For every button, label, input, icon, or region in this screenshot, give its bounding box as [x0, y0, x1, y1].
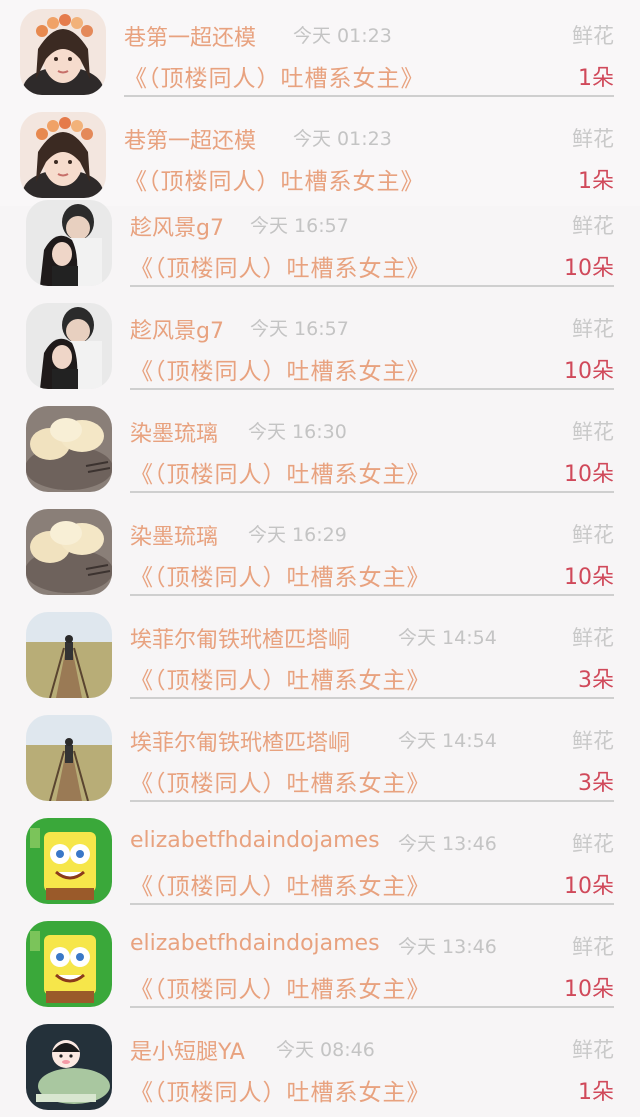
gift-type: 鲜花: [572, 1038, 614, 1062]
gift-count: 10朵: [564, 565, 614, 590]
gift-count: 3朵: [578, 668, 614, 693]
book-title[interactable]: 《（顶楼同人）吐槽系女主》: [130, 455, 431, 489]
gift-count: 10朵: [564, 256, 614, 281]
divider: [130, 697, 614, 699]
avatar[interactable]: [26, 612, 112, 698]
user-name[interactable]: 染墨琉璃: [130, 416, 218, 448]
book-title[interactable]: 《（顶楼同人）吐槽系女主》: [130, 764, 431, 798]
avatar[interactable]: [20, 112, 106, 198]
timestamp: 今天 13:46: [398, 936, 497, 958]
timestamp: 今天 01:23: [293, 25, 392, 47]
avatar[interactable]: [26, 921, 112, 1007]
timestamp: 今天 14:54: [398, 730, 497, 752]
book-title[interactable]: 《（顶楼同人）吐槽系女主》: [130, 558, 431, 592]
divider: [130, 1006, 614, 1008]
gift-type: 鲜花: [572, 935, 614, 959]
gift-count: 10朵: [564, 977, 614, 1002]
avatar[interactable]: [26, 818, 112, 904]
timestamp: 今天 16:57: [250, 215, 349, 237]
gift-count: 1朵: [578, 66, 614, 91]
divider: [130, 903, 614, 905]
timestamp: 今天 16:30: [248, 421, 347, 443]
timestamp: 今天 08:46: [276, 1039, 375, 1061]
list-item[interactable]: 巷第一超还模 今天 01:23 鲜花 《（顶楼同人）吐槽系女主》 1朵: [0, 0, 640, 103]
list-item[interactable]: 趁风景g7 今天 16:57 鲜花 《（顶楼同人）吐槽系女主》 10朵: [0, 293, 640, 396]
user-name[interactable]: 染墨琉璃: [130, 519, 218, 551]
gift-type: 鲜花: [572, 523, 614, 547]
avatar[interactable]: [26, 406, 112, 492]
gift-count: 10朵: [564, 874, 614, 899]
user-name[interactable]: elizabetfhdaindojames: [130, 828, 380, 853]
avatar[interactable]: [26, 715, 112, 801]
user-name[interactable]: 巷第一超还模: [124, 20, 256, 52]
book-title[interactable]: 《（顶楼同人）吐槽系女主》: [130, 249, 431, 283]
list-item[interactable]: 染墨琉璃 今天 16:29 鲜花 《（顶楼同人）吐槽系女主》 10朵: [0, 499, 640, 602]
gift-count: 3朵: [578, 771, 614, 796]
divider: [130, 491, 614, 493]
avatar[interactable]: [26, 509, 112, 595]
user-name[interactable]: 埃菲尔匍铁玳楂匹塔峒: [130, 622, 350, 654]
divider: [130, 594, 614, 596]
list-item[interactable]: 是小短腿YA 今天 08:46 鲜花 《（顶楼同人）吐槽系女主》 1朵: [0, 1014, 640, 1117]
book-title[interactable]: 《（顶楼同人）吐槽系女主》: [130, 1073, 431, 1107]
list-item[interactable]: 埃菲尔匍铁玳楂匹塔峒 今天 14:54 鲜花 《（顶楼同人）吐槽系女主》 3朵: [0, 705, 640, 808]
avatar[interactable]: [26, 1024, 112, 1110]
gift-count: 10朵: [564, 462, 614, 487]
gift-type: 鲜花: [572, 24, 614, 48]
timestamp: 今天 14:54: [398, 627, 497, 649]
timestamp: 今天 13:46: [398, 833, 497, 855]
avatar[interactable]: [20, 9, 106, 95]
gift-type: 鲜花: [572, 127, 614, 151]
divider: [130, 800, 614, 802]
list-item[interactable]: elizabetfhdaindojames 今天 13:46 鲜花 《（顶楼同人…: [0, 808, 640, 911]
gift-type: 鲜花: [572, 317, 614, 341]
user-name[interactable]: elizabetfhdaindojames: [130, 931, 380, 956]
gift-type: 鲜花: [572, 729, 614, 753]
gift-type: 鲜花: [572, 420, 614, 444]
user-name[interactable]: 是小短腿YA: [130, 1034, 245, 1066]
list-item[interactable]: 趁风景g7 今天 16:57 鲜花 《（顶楼同人）吐槽系女主》 10朵: [0, 190, 640, 293]
gift-type: 鲜花: [572, 214, 614, 238]
book-title[interactable]: 《（顶楼同人）吐槽系女主》: [130, 867, 431, 901]
timestamp: 今天 01:23: [293, 128, 392, 150]
timestamp: 今天 16:29: [248, 524, 347, 546]
user-name[interactable]: 巷第一超还模: [124, 123, 256, 155]
divider: [124, 95, 614, 97]
book-title[interactable]: 《（顶楼同人）吐槽系女主》: [124, 59, 425, 93]
avatar[interactable]: [26, 303, 112, 389]
gift-type: 鲜花: [572, 832, 614, 856]
timestamp: 今天 16:57: [250, 318, 349, 340]
gift-count: 1朵: [578, 1080, 614, 1105]
list-item[interactable]: 埃菲尔匍铁玳楂匹塔峒 今天 14:54 鲜花 《（顶楼同人）吐槽系女主》 3朵: [0, 602, 640, 705]
list-item[interactable]: elizabetfhdaindojames 今天 13:46 鲜花 《（顶楼同人…: [0, 911, 640, 1014]
user-name[interactable]: 趁风景g7: [130, 210, 224, 242]
divider: [130, 285, 614, 287]
gift-count: 10朵: [564, 359, 614, 384]
user-name[interactable]: 趁风景g7: [130, 313, 224, 345]
gift-type: 鲜花: [572, 626, 614, 650]
gift-record-list: 巷第一超还模 今天 01:23 鲜花 《（顶楼同人）吐槽系女主》 1朵 巷第一超…: [0, 0, 640, 1110]
divider: [130, 388, 614, 390]
user-name[interactable]: 埃菲尔匍铁玳楂匹塔峒: [130, 725, 350, 757]
avatar[interactable]: [26, 200, 112, 286]
book-title[interactable]: 《（顶楼同人）吐槽系女主》: [130, 352, 431, 386]
book-title[interactable]: 《（顶楼同人）吐槽系女主》: [130, 661, 431, 695]
book-title[interactable]: 《（顶楼同人）吐槽系女主》: [130, 970, 431, 1004]
list-item[interactable]: 染墨琉璃 今天 16:30 鲜花 《（顶楼同人）吐槽系女主》 10朵: [0, 396, 640, 499]
